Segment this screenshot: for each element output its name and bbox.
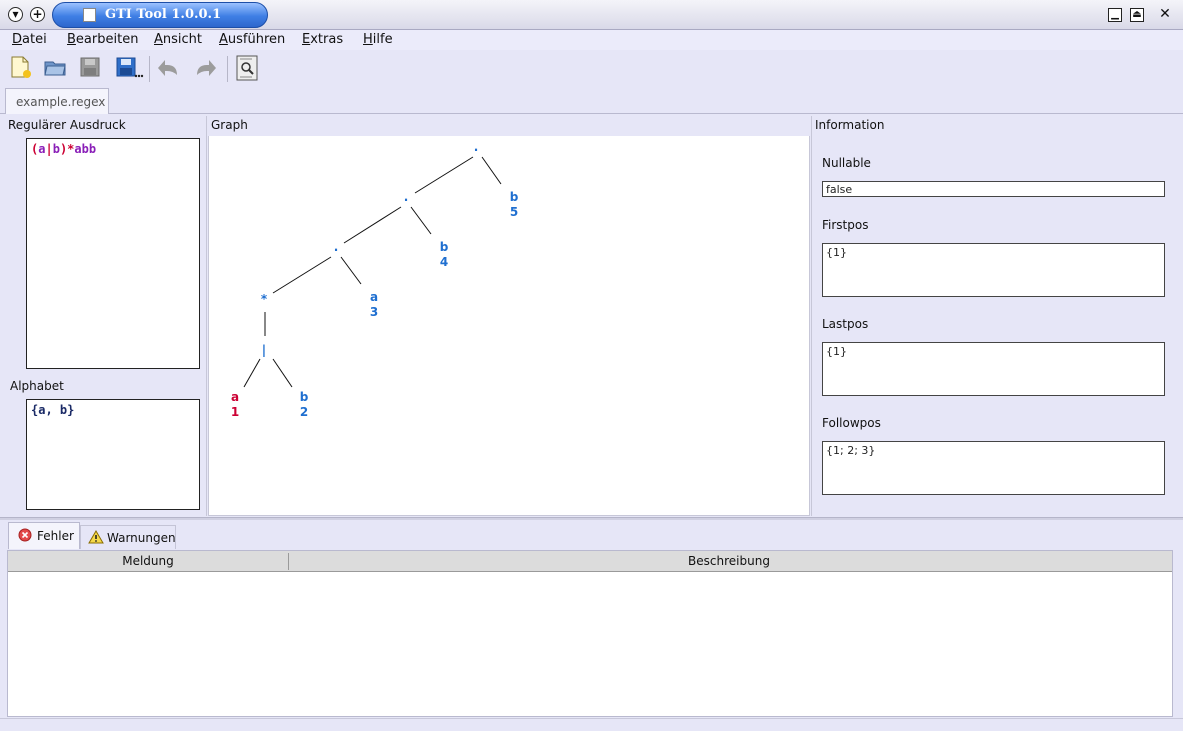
information-label: Information <box>815 118 885 132</box>
document-tab-strip <box>0 86 1183 114</box>
tree-node-concat[interactable]: · <box>391 193 421 208</box>
lastpos-label: Lastpos <box>822 317 869 331</box>
title-bar: ▾ + GTI Tool 1.0.0.1 ▁ ⏏ ✕ <box>0 0 1183 30</box>
split-pane-divider[interactable] <box>0 517 1183 520</box>
regex-editor[interactable]: (a|b)*abb <box>26 138 200 369</box>
warning-icon <box>88 530 104 544</box>
tree-node-union[interactable]: | <box>249 343 279 358</box>
alphabet-text: {a, b} <box>31 403 75 417</box>
tab-example-regex[interactable]: example.regex <box>5 88 109 114</box>
nullable-field[interactable]: false <box>822 181 1165 197</box>
redo-icon[interactable] <box>193 55 217 79</box>
messages-table[interactable] <box>7 550 1173 717</box>
error-icon <box>18 528 32 542</box>
menu-bearbeiten[interactable]: Bearbeiten <box>67 32 138 47</box>
tree-edge <box>272 358 293 388</box>
tree-edge <box>414 156 474 194</box>
window-add-icon[interactable]: + <box>30 7 45 22</box>
toolbar-separator <box>227 56 228 82</box>
tab-warnings-label: Warnungen <box>107 531 176 545</box>
menu-ansicht[interactable]: Ansicht <box>154 32 202 47</box>
menu-extras[interactable]: Extras <box>302 32 343 47</box>
alphabet-label: Alphabet <box>10 379 64 393</box>
regex-label: Regulärer Ausdruck <box>8 118 126 132</box>
save-icon[interactable] <box>78 55 102 79</box>
regex-token: abb <box>74 142 97 156</box>
nullable-label: Nullable <box>822 156 871 170</box>
menu-ausfuehren[interactable]: Ausführen <box>219 32 285 47</box>
save-as-icon[interactable] <box>114 55 144 79</box>
tree-edge <box>481 156 502 185</box>
undo-icon[interactable] <box>157 55 181 79</box>
tree-edge <box>340 256 362 285</box>
column-header-message[interactable]: Meldung <box>8 554 288 568</box>
window-menu-icon[interactable]: ▾ <box>8 7 23 22</box>
tab-warnings[interactable]: Warnungen <box>80 525 176 549</box>
firstpos-field[interactable]: {1} <box>822 243 1165 297</box>
open-folder-icon[interactable] <box>43 55 67 79</box>
column-header-description[interactable]: Beschreibung <box>289 554 1169 568</box>
tree-leaf-a1[interactable]: a1 <box>220 390 250 420</box>
panel-divider <box>206 116 207 516</box>
followpos-label: Followpos <box>822 416 881 430</box>
minimize-button[interactable]: ▁ <box>1108 8 1122 22</box>
menu-bar: Datei Bearbeiten Ansicht Ausführen Extra… <box>0 30 1183 50</box>
tree-leaf-a3[interactable]: a3 <box>359 290 389 320</box>
table-header: Meldung Beschreibung <box>8 551 1172 572</box>
regex-token: | <box>45 142 53 156</box>
status-bar <box>0 718 1183 731</box>
close-button[interactable]: ✕ <box>1158 7 1172 22</box>
window-title-pill: GTI Tool 1.0.0.1 <box>52 2 268 28</box>
regex-token: b <box>52 142 60 156</box>
lastpos-field[interactable]: {1} <box>822 342 1165 396</box>
alphabet-editor[interactable]: {a, b} <box>26 399 200 510</box>
tree-edge <box>410 206 432 235</box>
toolbar-separator <box>149 56 150 82</box>
menu-datei[interactable]: Datei <box>12 32 47 47</box>
document-icon <box>83 8 96 22</box>
tree-node-star[interactable]: * <box>249 292 279 307</box>
new-file-icon[interactable] <box>9 55 33 79</box>
tree-edge <box>343 206 402 244</box>
tree-node-concat[interactable]: · <box>321 243 351 258</box>
tab-errors[interactable]: Fehler <box>8 522 80 549</box>
tree-node-concat[interactable]: · <box>461 143 491 158</box>
tab-errors-label: Fehler <box>37 529 74 543</box>
graph-label: Graph <box>208 116 810 136</box>
followpos-field[interactable]: {1; 2; 3} <box>822 441 1165 495</box>
tree-leaf-b4[interactable]: b4 <box>429 240 459 270</box>
tree-edge <box>272 256 332 294</box>
preview-icon[interactable] <box>235 55 259 81</box>
firstpos-label: Firstpos <box>822 218 869 232</box>
tree-edge <box>243 358 261 388</box>
window-title: GTI Tool 1.0.0.1 <box>105 7 222 22</box>
menu-hilfe[interactable]: Hilfe <box>363 32 393 47</box>
tree-leaf-b5[interactable]: b5 <box>499 190 529 220</box>
maximize-button[interactable]: ⏏ <box>1130 8 1144 22</box>
tree-leaf-b2[interactable]: b2 <box>289 390 319 420</box>
toolbar <box>0 50 1183 86</box>
